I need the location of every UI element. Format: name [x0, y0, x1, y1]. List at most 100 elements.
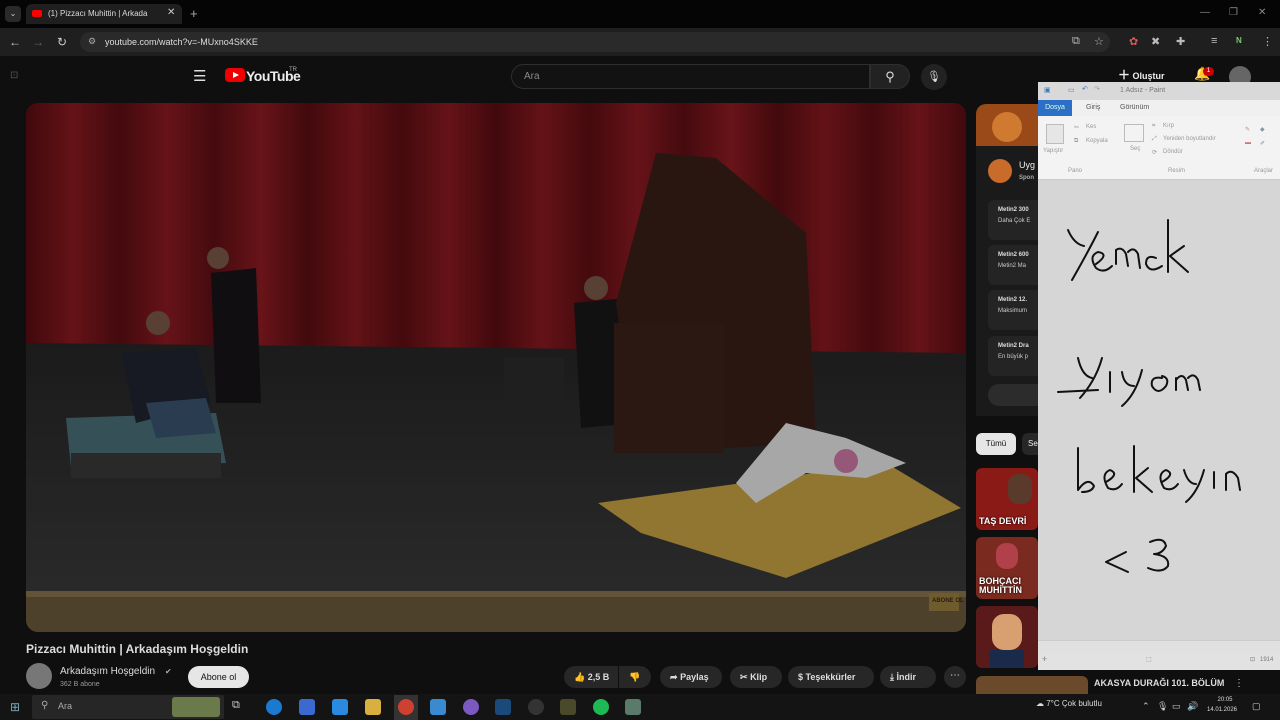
app-icon[interactable] [625, 699, 641, 715]
discord-icon[interactable] [463, 699, 479, 715]
download-button[interactable]: ⤓ İndir [880, 666, 936, 688]
chrome-icon[interactable] [398, 699, 414, 715]
taskbar-search-input[interactable]: ⚲ Ara [32, 695, 224, 719]
extensions-puzzle-icon[interactable]: ✚ [1176, 35, 1185, 48]
extension-icon[interactable]: ✖ [1151, 35, 1160, 48]
crop-label[interactable]: Kırp [1163, 123, 1174, 129]
browser-tab-active[interactable]: (1) Pizzacı Muhittin | Arkada ✕ [26, 4, 182, 24]
undo-icon[interactable]: ↶ [1082, 85, 1088, 93]
spotify-icon[interactable] [593, 699, 609, 715]
select-label[interactable]: Seç [1130, 146, 1140, 152]
app-icon[interactable] [560, 699, 576, 715]
profile-avatar[interactable]: N [1236, 36, 1242, 45]
redo-icon[interactable]: ↷ [1094, 85, 1100, 93]
extension-icon[interactable]: ✿ [1129, 35, 1138, 48]
filter-chip-all[interactable]: Tümü [976, 433, 1016, 455]
more-actions-icon[interactable]: ⋯ [944, 666, 966, 688]
rotate-label[interactable]: Döndür [1163, 149, 1183, 155]
ad-item[interactable]: Metin2 12. Maksimum [988, 290, 1040, 330]
reload-icon[interactable]: ↻ [57, 35, 67, 49]
taskbar-date[interactable]: 14.01.2026 [1202, 707, 1242, 713]
channel-avatar[interactable] [26, 663, 52, 689]
tab-view[interactable]: Görünüm [1120, 104, 1149, 111]
new-tab-button[interactable]: + [190, 6, 198, 21]
related-video-thumbnail[interactable] [976, 606, 1038, 668]
edge-icon[interactable] [266, 699, 282, 715]
channel-name[interactable]: Arkadaşım Hoşgeldin [60, 666, 155, 677]
video-player[interactable]: ABONE OL [26, 103, 966, 632]
close-window-button[interactable]: ✕ [1258, 7, 1266, 18]
eraser-icon[interactable]: ▬ [1245, 140, 1251, 146]
copy-icon[interactable]: ⧉ [1074, 138, 1078, 145]
paint-scrollbar-horizontal[interactable] [1038, 640, 1280, 652]
save-icon[interactable]: ▭ [1068, 86, 1075, 94]
ad-advertiser-logo[interactable] [988, 159, 1012, 183]
maximize-button[interactable]: ❐ [1229, 7, 1238, 18]
related-video-thumbnail[interactable] [976, 676, 1088, 694]
subscribe-button[interactable]: Abone ol [188, 666, 249, 688]
install-app-icon[interactable]: ⧉ [1072, 35, 1080, 48]
forward-arrow-icon[interactable]: → [32, 35, 44, 49]
cut-label[interactable]: Kes [1086, 124, 1096, 130]
related-video-thumbnail[interactable]: BOHÇACI MUHİTTİN [976, 537, 1038, 599]
fill-bucket-icon[interactable]: ◆ [1260, 126, 1265, 133]
tab-list-icon[interactable]: ≡ [1211, 35, 1217, 47]
tab-close-icon[interactable]: ✕ [167, 7, 175, 18]
color-picker-icon[interactable]: ✐ [1260, 140, 1265, 147]
search-input[interactable]: Ara [511, 64, 870, 89]
site-info-icon[interactable]: ⚙ [88, 36, 96, 47]
network-icon[interactable]: ▭ [1172, 701, 1181, 712]
crop-icon[interactable]: ⌗ [1152, 123, 1155, 130]
dislike-button[interactable]: 👎 [619, 666, 651, 688]
minimize-button[interactable]: — [1200, 7, 1210, 18]
weather-widget[interactable]: ☁ 7°C Çok bulutlu [1036, 699, 1102, 708]
rotate-icon[interactable]: ⟳ [1152, 149, 1157, 156]
ad-banner-image[interactable] [976, 104, 1040, 146]
address-bar[interactable]: ⚙ youtube.com/watch?v=-MUxno4SKKE [80, 32, 1110, 52]
thanks-button[interactable]: $ Teşekkürler [788, 666, 874, 688]
store-icon[interactable] [299, 699, 315, 715]
back-arrow-icon[interactable]: ← [9, 35, 21, 49]
app-icon[interactable] [430, 699, 446, 715]
notification-center-icon[interactable]: ▢ [1252, 701, 1261, 712]
windows-start-icon[interactable]: ⊞ [10, 700, 20, 714]
ad-advertiser-name[interactable]: Uyg [1019, 160, 1035, 170]
file-explorer-icon[interactable] [365, 699, 381, 715]
paint-canvas[interactable] [1038, 180, 1280, 648]
related-video-thumbnail[interactable]: TAŞ DEVRİ [976, 468, 1038, 530]
tab-file[interactable]: Dosya [1038, 100, 1072, 116]
clip-button[interactable]: ✂ Klip [730, 666, 782, 688]
app-icon[interactable] [528, 699, 544, 715]
tab-search-button[interactable]: ⌄ [5, 6, 21, 22]
paint-window[interactable]: ▣ ▭ ↶ ↷ 1 Adsız - Paint Dosya Giriş Görü… [1038, 82, 1280, 670]
ad-item[interactable]: Metin2 600 Metin2 Ma [988, 245, 1040, 285]
mail-icon[interactable] [332, 699, 348, 715]
pencil-icon[interactable]: ✎ [1245, 126, 1250, 133]
taskbar-time[interactable]: 20:05 [1210, 697, 1240, 703]
youtube-logo-icon[interactable] [225, 68, 245, 82]
ad-cta-button[interactable] [988, 384, 1040, 406]
steam-icon[interactable] [495, 699, 511, 715]
volume-icon[interactable]: 🔊 [1187, 701, 1198, 712]
search-button[interactable]: ⚲ [870, 64, 910, 89]
bookmark-star-icon[interactable]: ☆ [1094, 35, 1104, 48]
tab-home[interactable]: Giriş [1086, 104, 1100, 111]
microphone-icon[interactable]: 🎙 [1157, 701, 1168, 712]
cast-icon[interactable]: ⊡ [10, 70, 18, 81]
select-icon[interactable] [1124, 124, 1144, 142]
scissors-icon[interactable]: ✂ [1074, 124, 1079, 131]
voice-search-button[interactable]: 🎙 [921, 64, 947, 90]
paste-label[interactable]: Yapıştır [1043, 148, 1063, 154]
clipboard-paste-icon[interactable] [1046, 124, 1064, 144]
browser-menu-icon[interactable]: ⋮ [1262, 35, 1273, 48]
tray-overflow-icon[interactable]: ⌃ [1142, 701, 1150, 712]
video-options-icon[interactable]: ⋮ [1234, 678, 1244, 689]
resize-icon[interactable]: ⤢ [1152, 136, 1157, 143]
ad-item[interactable]: Metin2 300 Daha Çok E [988, 200, 1040, 240]
ad-item[interactable]: Metin2 Dra En büyük p [988, 336, 1040, 376]
hamburger-menu-icon[interactable]: ☰ [193, 67, 206, 85]
share-button[interactable]: ➦ Paylaş [660, 666, 722, 688]
related-video-title[interactable]: AKASYA DURAĞI 101. BÖLÜM [1094, 678, 1224, 688]
task-view-icon[interactable]: ⧉ [232, 699, 248, 715]
resize-label[interactable]: Yeniden boyutlandır [1163, 136, 1216, 142]
